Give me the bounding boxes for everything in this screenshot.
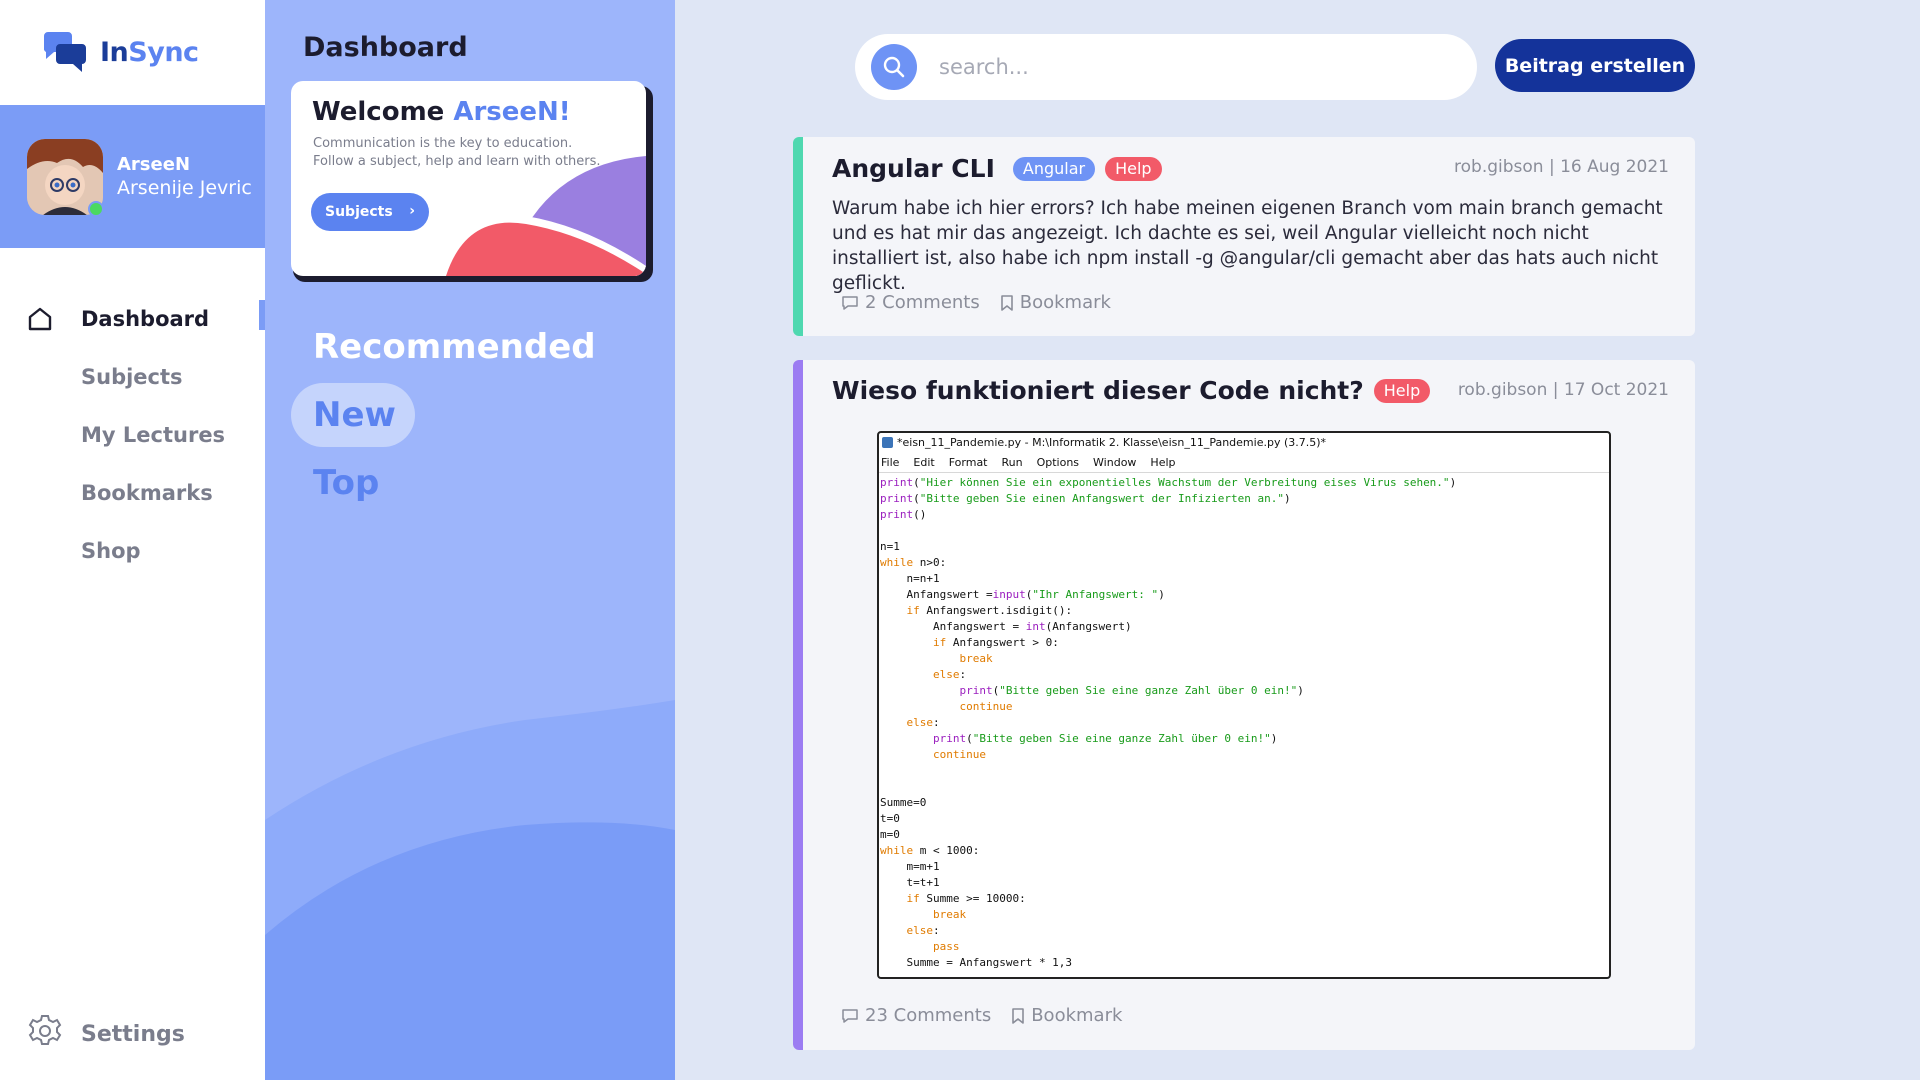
feed-tabs: Recommended New Top (291, 315, 611, 519)
nav-label: Bookmarks (81, 481, 213, 505)
chevron-right-icon: › (409, 203, 415, 219)
nav-item-my-lectures[interactable]: My Lectures (0, 406, 265, 464)
post-accent-stripe (793, 360, 803, 1050)
tag-help[interactable]: Help (1373, 378, 1431, 403)
nav-label: Subjects (81, 365, 183, 389)
search-input[interactable] (939, 55, 1439, 79)
profile-username: ArseeN (117, 154, 191, 175)
settings-label: Settings (81, 1021, 185, 1047)
comment-icon (842, 1008, 858, 1023)
comments-button[interactable]: 2 Comments (841, 292, 980, 313)
dashboard-panel: Dashboard Welcome ArseeN! Communication … (265, 0, 675, 1080)
post-meta: rob.gibson | 16 Aug 2021 (1454, 157, 1669, 177)
code-screenshot[interactable]: *eisn_11_Pandemie.py - M:\Informatik 2. … (877, 431, 1611, 979)
subjects-button[interactable]: Subjects › (311, 193, 429, 231)
post-accent-stripe (793, 137, 803, 336)
tab-top[interactable]: Top (291, 451, 415, 515)
code-content: print("Hier können Sie ein exponentielle… (880, 476, 1457, 969)
tab-new[interactable]: New (291, 383, 415, 447)
tag-help[interactable]: Help (1105, 156, 1162, 181)
comments-button[interactable]: 23 Comments (841, 1005, 991, 1026)
post-title[interactable]: Wieso funktioniert dieser Code nicht? He… (832, 376, 1431, 405)
nav-label: My Lectures (81, 423, 226, 447)
online-status-dot (88, 201, 104, 217)
post-card[interactable]: Angular CLI Angular Help rob.gibson | 16… (793, 137, 1695, 336)
tab-recommended[interactable]: Recommended (291, 315, 611, 379)
post-meta: rob.gibson | 17 Oct 2021 (1457, 380, 1669, 400)
nav-item-shop[interactable]: Shop (0, 522, 265, 580)
post-actions: 2 Comments Bookmark (841, 292, 1131, 313)
search-bar (855, 34, 1477, 100)
welcome-decoration (446, 156, 646, 276)
bookmark-button[interactable]: Bookmark (1000, 292, 1111, 313)
bookmark-icon (1012, 1007, 1025, 1024)
create-post-button[interactable]: Beitrag erstellen (1495, 39, 1695, 92)
profile-text: ArseeN Arsenije Jevric (117, 154, 252, 199)
nav-item-dashboard[interactable]: Dashboard (0, 290, 265, 348)
welcome-heading: Welcome ArseeN! (312, 97, 571, 127)
python-icon (882, 437, 893, 448)
post-actions: 23 Comments Bookmark (841, 1005, 1142, 1026)
welcome-card: Welcome ArseeN! Communication is the key… (291, 81, 646, 276)
comment-icon (842, 295, 858, 310)
code-window-menubar: File Edit Format Run Options Window Help (879, 453, 1609, 473)
main-nav: Dashboard Subjects My Lectures Bookmarks… (0, 290, 265, 580)
app-name: InSync (100, 36, 199, 68)
tag-angular[interactable]: Angular (1012, 156, 1096, 181)
bookmark-button[interactable]: Bookmark (1011, 1005, 1122, 1026)
welcome-subtitle: Communication is the key to education. F… (313, 136, 601, 169)
user-profile[interactable]: ArseeN Arsenije Jevric (0, 105, 265, 248)
bookmark-icon (1000, 294, 1013, 311)
search-icon[interactable] (871, 44, 917, 90)
panel-title: Dashboard (303, 32, 468, 63)
app-logo[interactable]: InSync (40, 28, 199, 76)
profile-full-name: Arsenije Jevric (117, 177, 252, 199)
settings-link[interactable]: Settings (27, 1013, 185, 1055)
background-wave (265, 700, 675, 1080)
post-title[interactable]: Angular CLI Angular Help (832, 154, 1162, 183)
nav-item-subjects[interactable]: Subjects (0, 348, 265, 406)
post-card[interactable]: Wieso funktioniert dieser Code nicht? He… (793, 360, 1695, 1050)
post-body: Warum habe ich hier errors? Ich habe mei… (832, 198, 1663, 294)
code-window-title: *eisn_11_Pandemie.py - M:\Informatik 2. … (879, 433, 1609, 453)
nav-label: Shop (81, 539, 141, 563)
home-icon (27, 306, 53, 337)
nav-label: Dashboard (81, 307, 210, 331)
nav-item-bookmarks[interactable]: Bookmarks (0, 464, 265, 522)
sidebar: InSync ArseeN Arsenije Jevric Dashboard … (0, 0, 265, 1080)
chat-bubbles-icon (40, 28, 88, 76)
gear-icon (27, 1013, 63, 1055)
